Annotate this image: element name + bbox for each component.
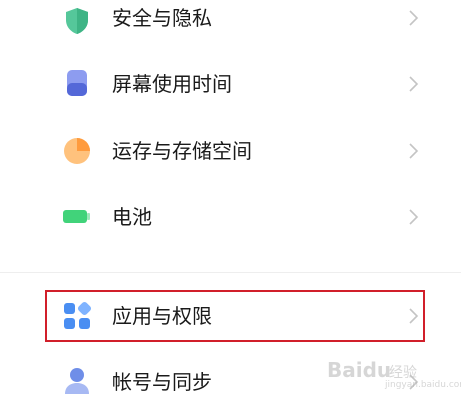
account-icon [65,368,89,394]
chevron-right-icon [409,209,419,225]
watermark-brand: Baidu [327,358,392,382]
settings-item-label: 运存与存储空间 [112,139,252,163]
settings-item-label: 安全与隐私 [112,6,212,30]
settings-item-label: 屏幕使用时间 [112,72,232,96]
section-divider [0,272,461,273]
settings-item-label: 电池 [112,205,152,229]
highlight-box [45,290,425,342]
settings-item-storage[interactable]: 运存与存储空间 [0,121,461,181]
battery-icon [63,210,90,223]
watermark-sub: 经验 [389,365,417,381]
settings-item-screen-time[interactable]: 屏幕使用时间 [0,54,461,114]
shield-icon [66,8,88,34]
settings-item-label: 帐号与同步 [112,370,212,394]
watermark-url: jingyan.baidu.com [385,380,461,390]
hourglass-icon [67,70,87,96]
chevron-right-icon [409,10,419,26]
baidu-watermark: Baidu 经验 jingyan.baidu.com [327,356,461,396]
storage-pie-icon [64,138,90,164]
chevron-right-icon [409,143,419,159]
settings-item-security[interactable]: 安全与隐私 [0,0,461,48]
settings-item-battery[interactable]: 电池 [0,187,461,247]
chevron-right-icon [409,76,419,92]
